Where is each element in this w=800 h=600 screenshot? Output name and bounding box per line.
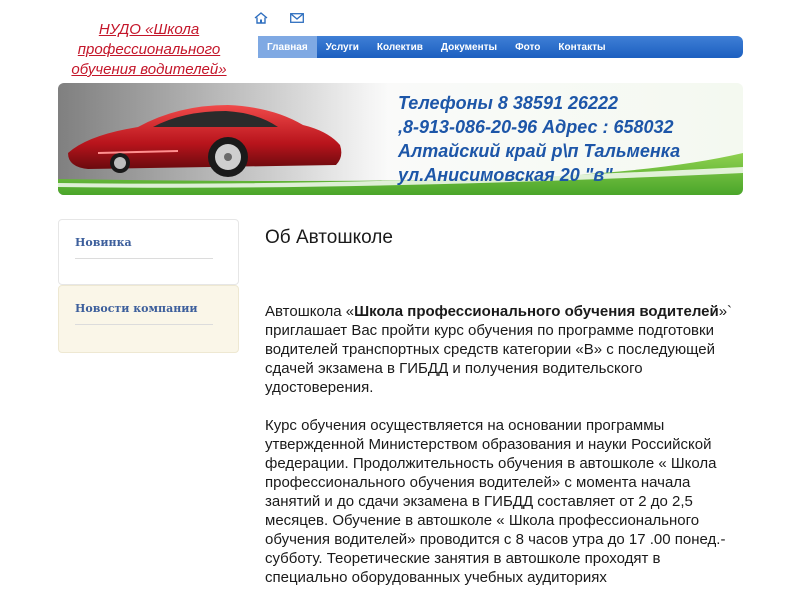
sidebar: Новинка Новости компании: [58, 219, 239, 353]
page-title: Об Автошколе: [265, 227, 393, 248]
home-icon[interactable]: [250, 8, 272, 28]
nav-item-services[interactable]: Услуги: [317, 36, 368, 58]
contact-line-1: Телефоны 8 38591 26222: [398, 93, 619, 113]
intro-school-name: Школа профессионального обучения водител…: [354, 303, 719, 320]
nav-item-home[interactable]: Главная: [258, 36, 317, 58]
top-icon-bar: [250, 8, 308, 28]
logo-line-2: профессионального: [77, 41, 221, 58]
sidebar-divider: [75, 324, 213, 325]
course-paragraph: Курс обучения осуществляется на основани…: [265, 417, 726, 586]
site-logo-link[interactable]: НУДО «Школа профессионального обучения в…: [58, 20, 240, 80]
sidebar-divider: [75, 258, 213, 259]
sidebar-block-new: Новинка: [58, 219, 239, 285]
sidebar-block-news: Новости компании: [58, 285, 239, 353]
intro-prefix: Автошкола «: [265, 303, 355, 320]
contact-line-3: Алтайский край р\п Тальменка: [398, 141, 681, 161]
contact-line-2: ,8-913-086-20-96 Адрес : 658032: [398, 117, 674, 137]
contact-info: Телефоны 8 38591 26222 ,8-913-086-20-96 …: [398, 91, 738, 187]
main-content: Об Автошколе Автошкола «Школа профессион…: [265, 226, 745, 587]
logo-line-1: НУДО «Школа: [98, 21, 200, 38]
nav-item-photo[interactable]: Фото: [506, 36, 549, 58]
nav-item-documents[interactable]: Документы: [432, 36, 506, 58]
nav-item-team[interactable]: Колектив: [368, 36, 432, 58]
header-banner: Телефоны 8 38591 26222 ,8-913-086-20-96 …: [58, 83, 743, 195]
contact-line-4: ул.Анисимовская 20 "в": [398, 165, 613, 185]
intro-paragraph: Автошкола «Школа профессионального обуче…: [265, 302, 745, 397]
mail-icon[interactable]: [286, 8, 308, 28]
sidebar-link-new[interactable]: Новинка: [75, 236, 132, 249]
logo-line-3: обучения водителей»: [71, 61, 227, 78]
sidebar-link-company-news[interactable]: Новости компании: [75, 302, 198, 315]
nav-item-contacts[interactable]: Контакты: [549, 36, 614, 58]
main-navigation: Главная Услуги Колектив Документы Фото К…: [258, 36, 743, 58]
